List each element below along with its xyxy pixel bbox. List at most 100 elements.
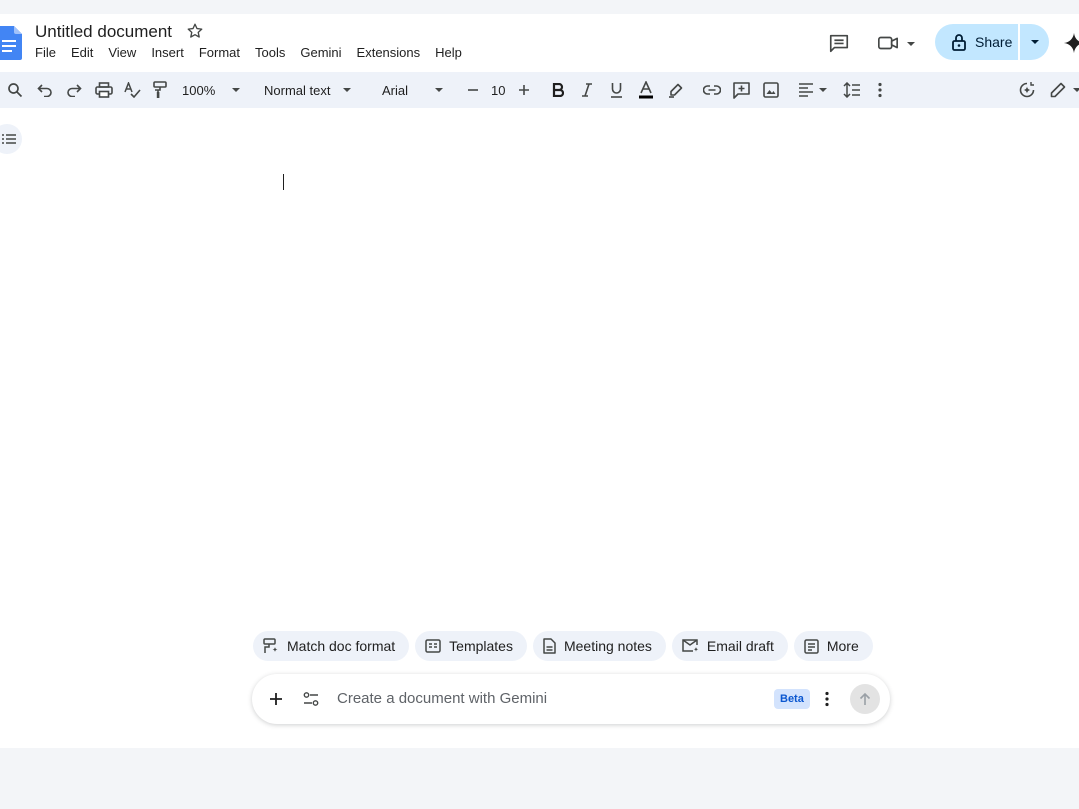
- chevron-down-icon: [343, 88, 352, 92]
- menu-tools[interactable]: Tools: [255, 45, 285, 60]
- mail-sparkle-icon: [682, 639, 699, 652]
- send-button[interactable]: [850, 684, 880, 714]
- formatting-toolbar: 100% Normal text Arial 10: [0, 72, 1079, 108]
- paragraph-style-select[interactable]: Normal text: [264, 72, 352, 108]
- paint-format-icon: [153, 81, 167, 98]
- gemini-prompt-input[interactable]: Create a document with Gemini: [337, 690, 547, 707]
- chip-more[interactable]: More: [793, 631, 873, 661]
- share-button[interactable]: Share: [935, 24, 1018, 60]
- decrease-font-size-button[interactable]: [467, 72, 479, 108]
- more-vert-icon: [878, 82, 882, 98]
- font-value: Arial: [382, 82, 409, 98]
- undo-icon: [37, 84, 52, 97]
- chip-label: Templates: [449, 638, 513, 654]
- gemini-sparkle-icon[interactable]: [1063, 32, 1079, 54]
- more-document-icon: [804, 638, 819, 654]
- comments-icon[interactable]: [828, 32, 850, 54]
- line-spacing-icon: [843, 82, 860, 98]
- chevron-down-icon[interactable]: [906, 40, 916, 48]
- underline-button[interactable]: [610, 72, 623, 108]
- print-icon: [95, 82, 113, 98]
- menu-bar: File Edit View Insert Format Tools Gemin…: [35, 45, 477, 60]
- share-label: Share: [975, 34, 1013, 50]
- gemini-suggestion-chips: Match doc format Templates Meeting notes…: [253, 631, 873, 661]
- chip-label: More: [826, 638, 859, 654]
- line-spacing-button[interactable]: [843, 72, 861, 108]
- underline-icon: [611, 83, 622, 98]
- menu-edit[interactable]: Edit: [71, 45, 93, 60]
- tune-settings-icon[interactable]: [303, 691, 319, 707]
- docs-logo-icon[interactable]: [0, 26, 22, 60]
- docs-window: Untitled document File Edit View Insert …: [0, 14, 1079, 748]
- menu-insert[interactable]: Insert: [151, 45, 184, 60]
- document-outline-button[interactable]: [0, 124, 22, 154]
- search-icon: [8, 83, 23, 98]
- lock-icon: [952, 34, 966, 51]
- increase-font-size-button[interactable]: [518, 72, 530, 108]
- insert-link-button[interactable]: [703, 72, 721, 108]
- chevron-down-icon: [435, 88, 444, 92]
- chip-match-doc-format[interactable]: Match doc format: [253, 631, 410, 661]
- chevron-down-icon: [232, 88, 241, 92]
- zoom-value: 100%: [182, 82, 216, 98]
- highlighter-icon: [669, 83, 683, 98]
- chevron-down-icon: [1030, 40, 1039, 44]
- share-options-button[interactable]: [1020, 24, 1049, 60]
- star-icon[interactable]: [186, 22, 204, 40]
- redo-icon: [67, 84, 82, 97]
- insert-image-button[interactable]: [763, 72, 779, 108]
- chip-templates[interactable]: Templates: [415, 631, 527, 661]
- zoom-select[interactable]: 100%: [182, 72, 241, 108]
- undo-button[interactable]: [37, 72, 53, 108]
- text-color-icon: [639, 81, 653, 99]
- outline-list-icon: [2, 134, 16, 144]
- paint-format-sparkle-icon: [263, 638, 278, 653]
- add-comment-button[interactable]: [733, 72, 750, 108]
- menu-file[interactable]: File: [35, 45, 56, 60]
- italic-button[interactable]: [581, 72, 593, 108]
- paint-format-button[interactable]: [153, 72, 167, 108]
- chip-meeting-notes[interactable]: Meeting notes: [532, 631, 666, 661]
- video-call-icon[interactable]: [877, 33, 899, 53]
- pencil-icon: [1050, 82, 1066, 98]
- font-size-value: 10: [491, 82, 506, 98]
- more-options-button[interactable]: [877, 72, 883, 108]
- app-header: Untitled document File Edit View Insert …: [0, 14, 1079, 72]
- chip-label: Match doc format: [287, 638, 396, 654]
- search-menus-button[interactable]: [7, 72, 23, 108]
- menu-format[interactable]: Format: [199, 45, 240, 60]
- add-icon[interactable]: [269, 692, 283, 706]
- align-select[interactable]: [798, 72, 828, 108]
- menu-extensions[interactable]: Extensions: [357, 45, 421, 60]
- redo-button[interactable]: [66, 72, 82, 108]
- highlight-color-button[interactable]: [668, 72, 683, 108]
- font-size-input[interactable]: 10: [491, 72, 505, 108]
- smart-chip-button[interactable]: [1018, 72, 1036, 108]
- chip-email-draft[interactable]: Email draft: [671, 631, 788, 661]
- document-title[interactable]: Untitled document: [35, 22, 172, 42]
- text-color-button[interactable]: [638, 72, 654, 108]
- refresh-sparkle-icon: [1019, 82, 1035, 98]
- chevron-down-icon: [1073, 88, 1079, 92]
- print-button[interactable]: [95, 72, 113, 108]
- image-icon: [763, 82, 779, 98]
- minus-icon: [468, 89, 478, 91]
- document-icon: [543, 638, 556, 654]
- menu-view[interactable]: View: [108, 45, 136, 60]
- gemini-prompt-box: Create a document with Gemini Beta: [252, 674, 890, 724]
- spelling-button[interactable]: [124, 72, 141, 108]
- plus-icon: [519, 85, 529, 95]
- spellcheck-icon: [124, 82, 141, 98]
- chip-label: Email draft: [706, 638, 774, 654]
- menu-help[interactable]: Help: [435, 45, 462, 60]
- more-vert-icon[interactable]: [824, 691, 830, 707]
- template-icon: [425, 639, 441, 653]
- arrow-up-icon: [859, 692, 871, 705]
- beta-badge: Beta: [774, 689, 810, 709]
- text-cursor: [283, 174, 284, 190]
- link-icon: [703, 85, 721, 95]
- font-select[interactable]: Arial: [382, 72, 444, 108]
- menu-gemini[interactable]: Gemini: [300, 45, 341, 60]
- bold-button[interactable]: [552, 72, 564, 108]
- editing-mode-select[interactable]: [1050, 72, 1079, 108]
